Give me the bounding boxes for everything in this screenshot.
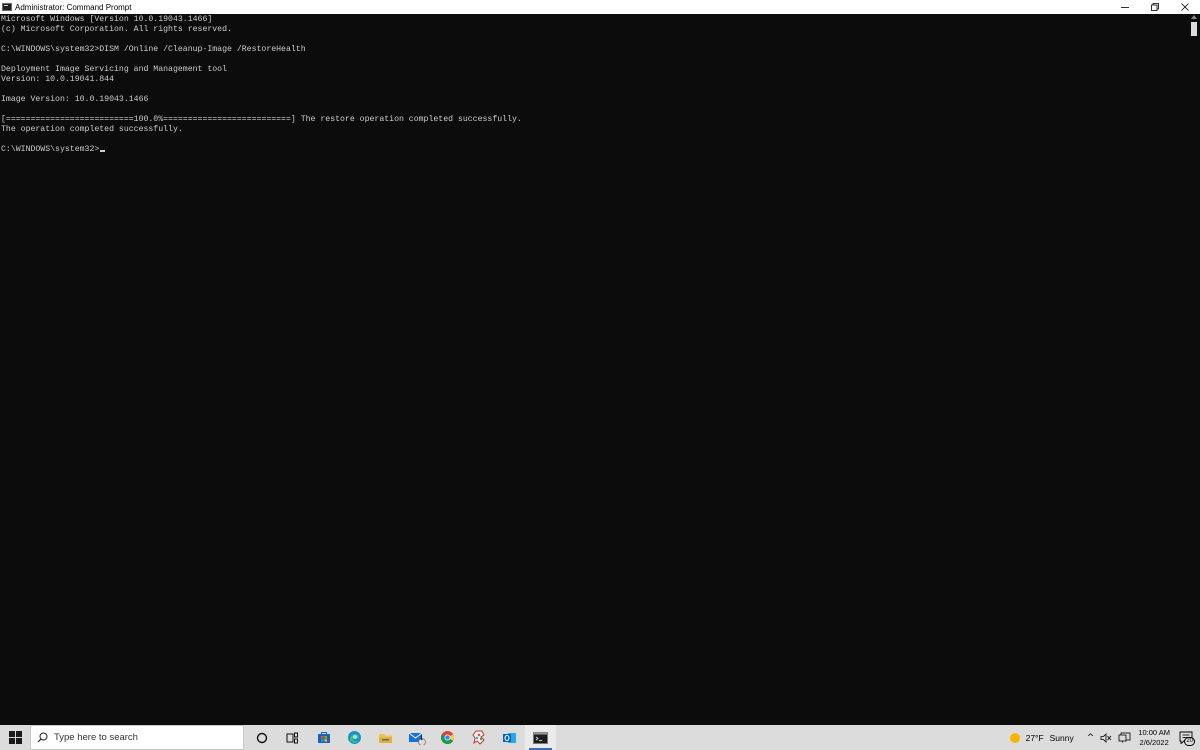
text-cursor <box>100 150 106 152</box>
chrome-button[interactable] <box>432 725 463 750</box>
clock-time: 10:00 AM <box>1138 727 1170 737</box>
weather-condition[interactable]: Sunny <box>1050 733 1074 743</box>
paint-icon <box>471 730 485 745</box>
sunny-weather-icon[interactable] <box>1009 732 1021 744</box>
title-bar[interactable]: Administrator: Command Prompt <box>0 0 1200 14</box>
mail-button[interactable]: 1 <box>401 725 432 750</box>
command-prompt-taskbar-button[interactable] <box>525 725 556 750</box>
console-line: [==========================100.0%=======… <box>1 115 522 124</box>
volume-muted-icon[interactable] <box>1100 732 1112 743</box>
file-explorer-icon <box>379 734 392 743</box>
windows-logo-icon <box>8 731 22 744</box>
console-line: Microsoft Windows [Version 10.0.19043.14… <box>1 15 213 24</box>
outlook-button[interactable] <box>494 725 525 750</box>
search-box[interactable]: Type here to search <box>30 725 244 750</box>
vertical-scrollbar[interactable] <box>1188 14 1200 725</box>
console-line: Deployment Image Servicing and Managemen… <box>1 65 228 74</box>
show-hidden-icons-chevron-up-icon[interactable]: ^ <box>1087 733 1095 743</box>
clock-date: 2/6/2022 <box>1139 737 1169 747</box>
console-output[interactable]: Microsoft Windows [Version 10.0.19043.14… <box>0 14 1188 725</box>
window-title: Administrator: Command Prompt <box>15 2 132 12</box>
chrome-icon <box>441 731 454 744</box>
paint-button[interactable] <box>463 725 494 750</box>
scroll-up-arrow-icon[interactable] <box>1191 15 1197 19</box>
taskbar: Type here to search 1 27°F Sunny ^ 10:00… <box>0 725 1200 750</box>
network-icon[interactable] <box>1118 732 1131 743</box>
command-prompt[interactable]: C:\WINDOWS\system32> <box>1 145 99 154</box>
weather-temperature[interactable]: 27°F <box>1026 733 1044 743</box>
close-button[interactable] <box>1170 0 1200 14</box>
system-tray: 27°F Sunny ^ 10:00 AM 2/6/2022 20 <box>1009 725 1200 750</box>
store-button[interactable] <box>308 725 339 750</box>
minimize-icon <box>1121 7 1129 8</box>
cmd-app-icon[interactable] <box>2 3 12 11</box>
command-prompt-icon <box>533 731 548 744</box>
mail-badge: 1 <box>420 736 424 742</box>
minimize-button[interactable] <box>1110 0 1140 14</box>
scroll-thumb[interactable] <box>1191 22 1197 36</box>
start-button[interactable] <box>0 725 30 750</box>
action-center-button[interactable]: 20 <box>1176 725 1196 750</box>
console-line: Image Version: 10.0.19043.1466 <box>1 95 149 104</box>
command-prompt-window: Administrator: Command Prompt Microsoft … <box>0 0 1200 725</box>
edge-button[interactable] <box>339 725 370 750</box>
notification-count-badge: 20 <box>1184 737 1195 746</box>
edge-icon <box>348 731 361 744</box>
cortana-button[interactable] <box>246 725 277 750</box>
restore-button[interactable] <box>1140 0 1170 14</box>
task-view-icon <box>286 732 298 743</box>
console-line: C:\WINDOWS\system32>DISM /Online /Cleanu… <box>1 45 306 54</box>
search-placeholder: Type here to search <box>54 732 138 743</box>
console-line: The operation completed successfully. <box>1 125 183 134</box>
search-icon <box>37 732 48 743</box>
cortana-icon <box>256 732 267 743</box>
file-explorer-button[interactable] <box>370 725 401 750</box>
task-view-button[interactable] <box>277 725 308 750</box>
console-line: (c) Microsoft Corporation. All rights re… <box>1 25 232 34</box>
outlook-icon <box>503 732 516 743</box>
restore-icon <box>1151 3 1159 11</box>
window-controls <box>1110 0 1200 14</box>
console-line: Version: 10.0.19041.844 <box>1 75 115 84</box>
store-icon <box>317 732 330 743</box>
close-icon <box>1181 3 1189 11</box>
clock[interactable]: 10:00 AM 2/6/2022 <box>1138 728 1170 748</box>
